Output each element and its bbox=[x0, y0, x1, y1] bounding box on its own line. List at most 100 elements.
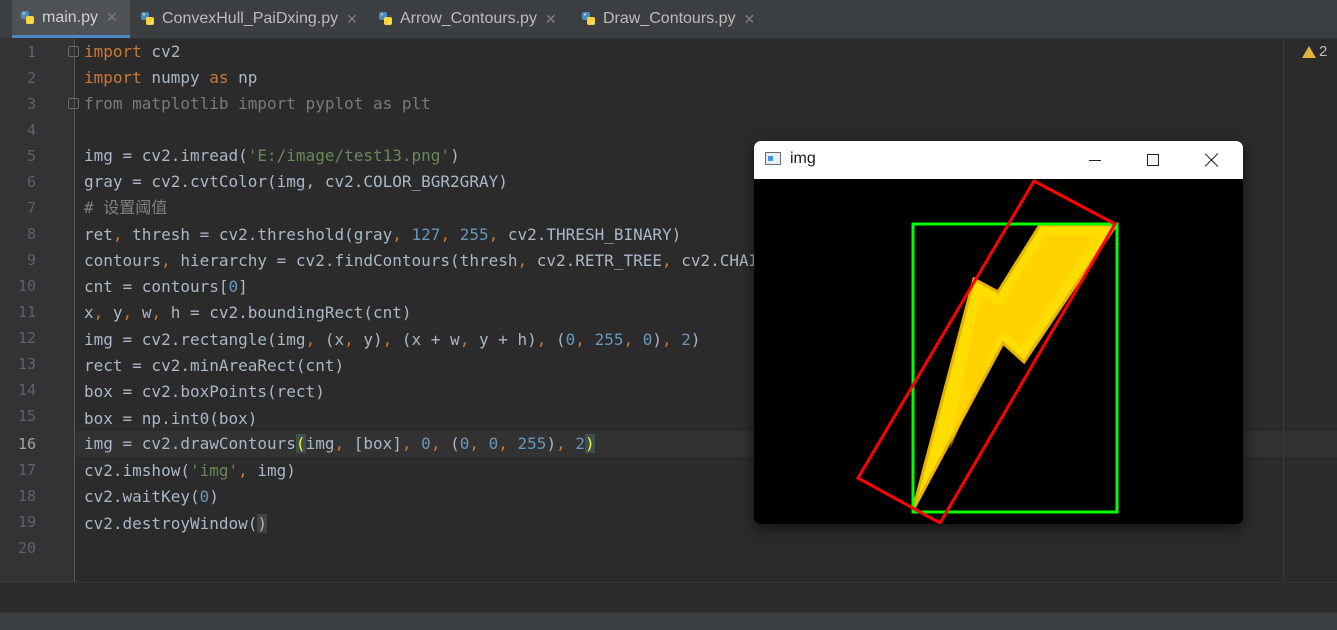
code-text: cv2.destroyWindow( bbox=[84, 514, 258, 533]
tab-draw-contours-py[interactable]: Draw_Contours.py ✕ bbox=[577, 0, 767, 38]
code-line-11[interactable]: x, y, w, h = cv2.boundingRect(cnt) bbox=[84, 300, 412, 326]
python-file-icon bbox=[379, 12, 392, 25]
number-literal: 0 bbox=[642, 330, 653, 349]
code-text: ( bbox=[556, 330, 566, 349]
code-text: hierarchy = cv2.findContours(thresh bbox=[180, 251, 518, 270]
comma: , bbox=[112, 225, 133, 244]
code-text: thresh = cv2.threshold(gray bbox=[132, 225, 393, 244]
line-number-current: 16 bbox=[17, 435, 36, 453]
code-text: img = cv2.rectangle(img bbox=[84, 330, 306, 349]
code-line-3[interactable]: from matplotlib import pyplot as plt bbox=[84, 91, 431, 117]
line-number: 12 bbox=[17, 329, 36, 347]
code-line-18[interactable]: cv2.waitKey(0) bbox=[84, 484, 219, 510]
horizontal-scrollbar[interactable] bbox=[0, 582, 1337, 613]
code-line-15[interactable]: box = np.int0(box) bbox=[84, 406, 257, 432]
code-text: box = np.int0(box) bbox=[84, 409, 258, 428]
editor-tab-bar: main.py ✕ ConvexHull_PaiDxing.py ✕ Arrow… bbox=[0, 0, 1337, 39]
code-text: ret bbox=[84, 225, 113, 244]
window-title-bar[interactable]: img bbox=[754, 141, 1243, 179]
fold-marker-icon[interactable] bbox=[68, 98, 79, 109]
number-literal: 0 bbox=[421, 434, 431, 453]
number-literal: 0 bbox=[459, 434, 470, 453]
line-number: 11 bbox=[17, 303, 36, 321]
close-icon[interactable]: ✕ bbox=[545, 11, 557, 28]
tab-arrow-contours-py[interactable]: Arrow_Contours.py ✕ bbox=[374, 0, 566, 38]
code-line-16[interactable]: img = cv2.drawContours(img, [box], 0, (0… bbox=[84, 431, 595, 457]
tab-label: main.py bbox=[42, 8, 99, 26]
code-text: h = cv2.boundingRect(cnt) bbox=[170, 303, 412, 322]
code-text: cv2 bbox=[141, 42, 181, 61]
comma: , bbox=[623, 330, 643, 349]
number-literal: 0 bbox=[565, 330, 576, 349]
code-line-13[interactable]: rect = cv2.minAreaRect(cnt) bbox=[84, 353, 344, 379]
code-text: ] bbox=[238, 277, 248, 296]
line-number: 13 bbox=[17, 355, 36, 373]
line-number: 1 bbox=[26, 43, 36, 61]
comma: , bbox=[151, 303, 171, 322]
keyword: import bbox=[84, 68, 142, 87]
code-text: cnt = contours[ bbox=[84, 277, 229, 296]
line-number: 8 bbox=[26, 225, 36, 243]
code-text: img) bbox=[257, 461, 296, 480]
code-text: (x + w bbox=[401, 330, 460, 349]
number-literal: 2 bbox=[575, 434, 585, 453]
line-number: 20 bbox=[17, 539, 36, 557]
code-text: [box] bbox=[353, 434, 402, 453]
comma: , bbox=[334, 434, 354, 453]
comma: , bbox=[575, 330, 595, 349]
code-text: img bbox=[305, 434, 335, 453]
number-literal: 0 bbox=[199, 487, 210, 506]
maximize-button[interactable] bbox=[1125, 141, 1181, 179]
comma: , bbox=[459, 330, 479, 349]
tab-main-py[interactable]: main.py ✕ bbox=[12, 0, 130, 38]
code-text: ) bbox=[450, 146, 460, 165]
minimize-button[interactable] bbox=[1067, 141, 1123, 179]
code-line-12[interactable]: img = cv2.rectangle(img, (x, y), (x + w,… bbox=[84, 327, 701, 353]
code-text: numpy bbox=[141, 68, 210, 87]
comma: , bbox=[556, 434, 576, 453]
code-text: gray = cv2.cvtColor(img, cv2.COLOR_BGR2G… bbox=[84, 172, 508, 191]
code-line-14[interactable]: box = cv2.boxPoints(rect) bbox=[84, 379, 325, 405]
number-literal: 2 bbox=[681, 330, 691, 349]
code-text: np bbox=[228, 68, 258, 87]
fold-marker-icon[interactable] bbox=[68, 46, 79, 57]
line-number: 19 bbox=[17, 513, 36, 531]
code-line-19[interactable]: cv2.destroyWindow() bbox=[84, 511, 268, 537]
inspection-widget[interactable]: 2 bbox=[1302, 43, 1327, 60]
python-file-icon bbox=[141, 12, 154, 25]
comma: , bbox=[498, 434, 518, 453]
code-line-10[interactable]: cnt = contours[0] bbox=[84, 274, 248, 300]
code-text: img = cv2.drawContours bbox=[84, 434, 296, 453]
number-literal: 0 bbox=[488, 434, 499, 453]
code-line-5[interactable]: img = cv2.imread('E:/image/test13.png') bbox=[84, 143, 460, 169]
close-icon[interactable]: ✕ bbox=[106, 9, 118, 26]
comma: , bbox=[401, 434, 422, 453]
keyword: import bbox=[84, 42, 142, 61]
code-line-6[interactable]: gray = cv2.cvtColor(img, cv2.COLOR_BGR2G… bbox=[84, 169, 508, 195]
code-line-1[interactable]: import cv2 bbox=[84, 39, 180, 65]
matched-paren: ) bbox=[584, 434, 595, 453]
line-number: 14 bbox=[17, 381, 36, 399]
comma: , bbox=[238, 461, 258, 480]
close-icon[interactable]: ✕ bbox=[346, 11, 358, 28]
code-line-2[interactable]: import numpy as np bbox=[84, 65, 257, 91]
tab-label: ConvexHull_PaiDxing.py bbox=[162, 10, 339, 27]
close-button[interactable] bbox=[1184, 141, 1240, 179]
minimize-icon bbox=[1089, 159, 1101, 161]
code-line-7[interactable]: # 设置阈值 bbox=[84, 195, 167, 221]
code-text: img = cv2.imread( bbox=[84, 146, 248, 165]
close-icon[interactable]: ✕ bbox=[744, 11, 756, 28]
string-literal: 'img' bbox=[189, 461, 239, 480]
line-number: 10 bbox=[17, 277, 36, 295]
code-line-17[interactable]: cv2.imshow('img', img) bbox=[84, 458, 296, 484]
matched-paren: ( bbox=[295, 434, 306, 453]
comma: , bbox=[517, 251, 537, 270]
code-line-8[interactable]: ret, thresh = cv2.threshold(gray, 127, 2… bbox=[84, 222, 681, 248]
opencv-image-window[interactable]: img bbox=[754, 141, 1243, 524]
number-literal: 255 bbox=[517, 434, 547, 453]
code-text: cv2.imshow( bbox=[84, 461, 190, 480]
comma: , bbox=[122, 303, 142, 322]
code-text: x bbox=[84, 303, 94, 322]
line-number: 7 bbox=[26, 199, 36, 217]
tab-convexhull-paidxing-py[interactable]: ConvexHull_PaiDxing.py ✕ bbox=[136, 0, 366, 38]
